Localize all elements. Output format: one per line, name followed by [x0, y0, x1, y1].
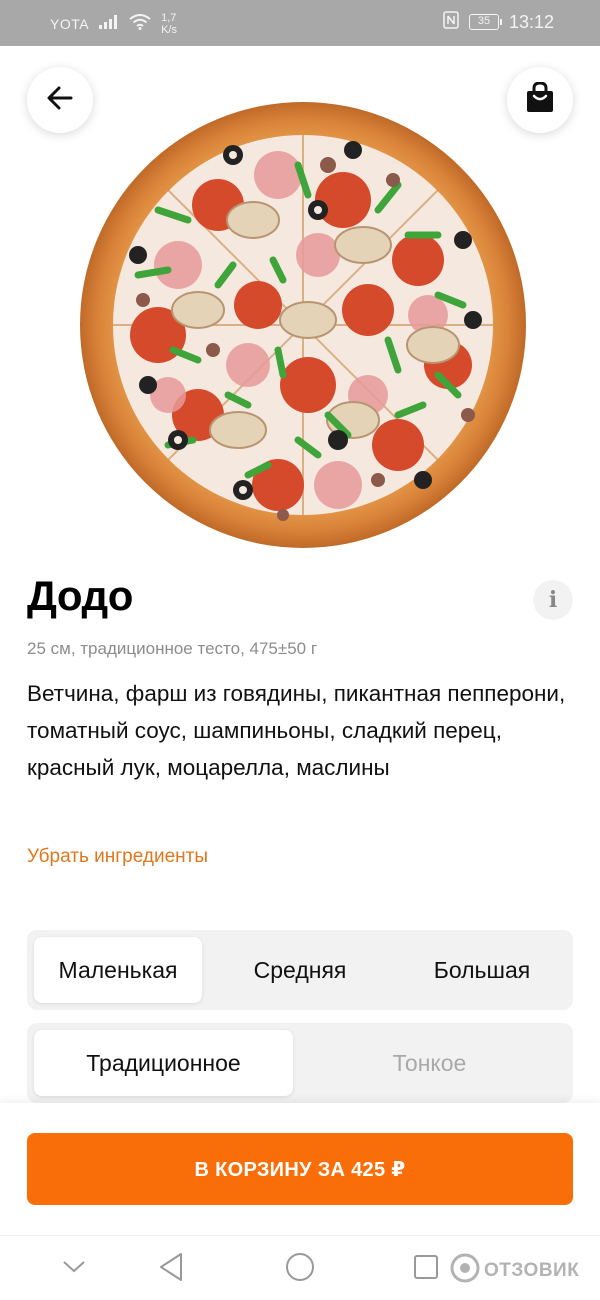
arrow-left-icon [45, 83, 75, 118]
speed-unit: K/s [161, 24, 177, 36]
speed-value: 1,7 [161, 12, 177, 24]
info-icon: i [548, 587, 558, 613]
dough-option-traditional[interactable]: Традиционное [34, 1030, 293, 1096]
shopping-bag-icon [525, 80, 555, 119]
nav-recents-icon[interactable] [413, 1254, 439, 1285]
nav-home-icon[interactable] [285, 1252, 315, 1287]
dough-option-thin[interactable]: Тонкое [293, 1030, 566, 1096]
status-bar-right: 35 13:12 [443, 11, 554, 33]
watermark: ОТЗОВИК [450, 1253, 579, 1289]
product-description: Ветчина, фарш из говядины, пикантная пеп… [27, 681, 566, 780]
info-button[interactable]: i [533, 580, 573, 620]
cart-panel: В КОРЗИНУ ЗА 425 ₽ [0, 1103, 600, 1235]
signal-icon [99, 15, 119, 33]
clock: 13:12 [508, 11, 554, 32]
remove-ingredients-link[interactable]: Убрать ингредиенты [27, 846, 208, 868]
battery-icon: 35 [468, 14, 502, 30]
dough-selector: Традиционное Тонкое [27, 1023, 573, 1103]
carrier-name: YOTA [50, 16, 90, 32]
watermark-text: ОТЗОВИК [484, 1260, 580, 1281]
system-nav-bar: ОТЗОВИК [0, 1235, 600, 1300]
watermark-logo-icon [450, 1253, 480, 1289]
add-to-cart-button[interactable]: В КОРЗИНУ ЗА 425 ₽ [27, 1133, 573, 1205]
product-subtitle: 25 см, традиционное тесто, 475±50 г [27, 639, 318, 658]
product-title: Додо [27, 572, 133, 619]
size-selector: Маленькая Средняя Большая [27, 930, 573, 1010]
status-bar: YOTA 1,7 K/s 35 13:12 [0, 0, 600, 46]
wifi-icon [129, 14, 151, 34]
size-option-medium[interactable]: Средняя [202, 937, 398, 1003]
nav-back-icon[interactable] [158, 1252, 184, 1287]
nav-collapse-icon[interactable] [62, 1260, 86, 1279]
size-option-large[interactable]: Большая [398, 937, 566, 1003]
size-option-small[interactable]: Маленькая [34, 937, 202, 1003]
nfc-icon [443, 11, 459, 33]
pizza-photo [78, 95, 528, 555]
status-bar-left: YOTA 1,7 K/s [50, 12, 177, 36]
network-speed: 1,7 K/s [161, 12, 177, 36]
